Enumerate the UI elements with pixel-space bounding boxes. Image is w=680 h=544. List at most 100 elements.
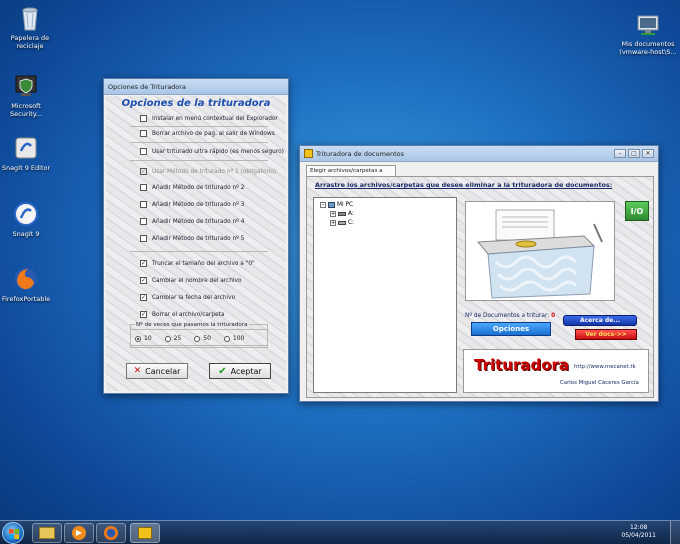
- passes-group: Nº de veces que pasamos la trituradora 1…: [130, 322, 268, 348]
- option-checkbox-row[interactable]: ✓ Borrar el archivo/carpeta: [140, 311, 224, 318]
- tree-label: C:: [348, 220, 355, 226]
- opciones-button[interactable]: Opciones: [471, 322, 551, 336]
- taskbar-media-player-button[interactable]: ▶: [64, 523, 94, 543]
- desktop-icon-label: SnagIt 9 Editor: [1, 164, 51, 172]
- passes-radio-option[interactable]: 100: [223, 335, 245, 342]
- start-button[interactable]: [2, 522, 24, 544]
- radio-label: 10: [144, 335, 152, 342]
- taskbar: ▶ 12:08 05/04/2011: [0, 520, 680, 544]
- taskbar-shredder-button[interactable]: [130, 523, 160, 543]
- maximize-button[interactable]: □: [628, 149, 640, 158]
- expand-icon[interactable]: +: [330, 211, 336, 217]
- network-folder-icon: [634, 10, 662, 38]
- main-panel: Arrastre los archivos/carpetas que desee…: [306, 176, 654, 398]
- minimize-button[interactable]: –: [614, 149, 626, 158]
- radio-button[interactable]: [164, 335, 171, 342]
- option-checkbox-row[interactable]: Usar triturado ultra rápido (es menos se…: [140, 148, 284, 155]
- desktop-icon-snagit-editor[interactable]: SnagIt 9 Editor: [0, 134, 56, 172]
- option-checkbox-row[interactable]: Instalar en menú contextual del Explorad…: [140, 115, 278, 122]
- desktop-icon-microsoft-security[interactable]: Microsoft Security...: [0, 72, 56, 118]
- shredder-app-icon: [138, 527, 152, 539]
- option-checkbox-row[interactable]: Borrar archivo de pag. al salir de Windo…: [140, 130, 275, 137]
- option-checkbox-label: Instalar en menú contextual del Explorad…: [152, 115, 278, 122]
- checkbox-unchecked[interactable]: [140, 148, 147, 155]
- passes-radio-option[interactable]: 10: [135, 335, 152, 342]
- checkbox-checked[interactable]: ✓: [140, 311, 147, 318]
- option-checkbox-label: Borrar archivo de pag. al salir de Windo…: [152, 130, 275, 137]
- option-checkbox-row[interactable]: Añadir Método de triturado nº 2: [140, 184, 244, 191]
- options-window-title: Opciones de Trituradora: [108, 82, 186, 91]
- option-checkbox-row[interactable]: ✓ Cambiar el nombre del archivo: [140, 277, 242, 284]
- checkbox-checked[interactable]: ✓: [140, 294, 147, 301]
- checkbox-checked[interactable]: ✓: [140, 260, 147, 267]
- option-checkbox-label: Truncar el tamaño del archivo a "0": [152, 260, 255, 267]
- security-shield-icon: [12, 72, 40, 100]
- desktop-icon-firefox-portable[interactable]: FirefoxPortable: [0, 265, 56, 303]
- accept-button[interactable]: ✔ Aceptar: [209, 363, 271, 379]
- checkbox-unchecked[interactable]: [140, 184, 147, 191]
- taskbar-explorer-button[interactable]: [32, 523, 62, 543]
- radio-label: 100: [232, 335, 245, 342]
- snagit-editor-icon: [12, 134, 40, 162]
- clock-date[interactable]: 05/04/2011: [621, 532, 656, 540]
- option-checkbox-label: Cambiar la fecha del archivo: [152, 294, 236, 301]
- checkbox-unchecked[interactable]: [140, 130, 147, 137]
- acerca-label: Acerca de...: [579, 317, 621, 324]
- options-window: Opciones de Trituradora Opciones de la t…: [103, 78, 289, 394]
- taskbar-firefox-button[interactable]: [96, 523, 126, 543]
- radio-button[interactable]: [194, 335, 201, 342]
- tree-node-a[interactable]: + A:: [330, 211, 354, 217]
- collapse-icon[interactable]: –: [320, 202, 326, 208]
- expand-icon[interactable]: +: [330, 220, 336, 226]
- close-button[interactable]: ✕: [642, 149, 654, 158]
- file-tree[interactable]: – Mi PC + A: + C:: [313, 197, 457, 393]
- firefox-icon: [104, 526, 118, 540]
- tab-elegir-archivos[interactable]: Elegir archivos/carpetas a triturar: [306, 165, 396, 184]
- radio-button[interactable]: [223, 335, 230, 342]
- option-checkbox-label: Añadir Método de triturado nº 2: [152, 184, 245, 191]
- checkbox-unchecked[interactable]: [140, 201, 147, 208]
- tree-node-mi-pc[interactable]: – Mi PC: [320, 202, 353, 208]
- checkbox-unchecked[interactable]: [140, 218, 147, 225]
- desktop-icon-mis-documentos[interactable]: Mis documentos (vmware-host\S...: [616, 10, 680, 56]
- author-credit: Carlos Miguel Cáceres García: [560, 380, 639, 386]
- floppy-drive-icon: [338, 212, 346, 216]
- firefox-icon: [12, 265, 40, 293]
- tree-node-c[interactable]: + C:: [330, 220, 354, 226]
- checkbox-checked[interactable]: ✓: [140, 277, 147, 284]
- power-button[interactable]: I/O: [625, 201, 649, 221]
- option-checkbox-row[interactable]: Añadir Método de triturado nº 4: [140, 218, 244, 225]
- cancel-button[interactable]: ✕ Cancelar: [126, 363, 188, 379]
- clock-time[interactable]: 12:08: [621, 524, 656, 532]
- options-window-titlebar[interactable]: Opciones de Trituradora: [104, 79, 288, 95]
- desktop-icon-snagit[interactable]: SnagIt 9: [0, 200, 56, 238]
- desktop-icon-label: Microsoft Security...: [10, 102, 42, 118]
- cancel-icon: ✕: [133, 366, 142, 376]
- checkbox-unchecked[interactable]: [140, 235, 147, 242]
- options-panel: Opciones de la trituradora Instalar en m…: [106, 96, 286, 391]
- passes-radio-option[interactable]: 50: [194, 335, 211, 342]
- option-checkbox-label: Cambiar el nombre del archivo: [152, 277, 242, 284]
- ver-docs-button[interactable]: Ver docs->>: [575, 329, 637, 340]
- option-checkbox-row[interactable]: Añadir Método de triturado nº 3: [140, 201, 244, 208]
- desktop-icon-recycle-bin[interactable]: Papelera de reciclaje: [0, 4, 60, 50]
- checkbox-unchecked[interactable]: [140, 115, 147, 122]
- passes-radio-option[interactable]: 25: [164, 335, 181, 342]
- show-desktop-button[interactable]: [670, 521, 680, 544]
- main-window-title: Trituradora de documentos: [316, 149, 404, 158]
- brand-title: Trituradora: [474, 356, 570, 374]
- option-checkbox-row[interactable]: ✓ Cambiar la fecha del archivo: [140, 294, 235, 301]
- option-checkbox-label: Añadir Método de triturado nº 4: [152, 218, 245, 225]
- shredder-drop-image[interactable]: [465, 201, 615, 301]
- cancel-label: Cancelar: [145, 366, 181, 376]
- website-link[interactable]: http://www.mecanet.tk: [574, 364, 636, 370]
- main-window-titlebar[interactable]: Trituradora de documentos – □ ✕: [300, 146, 658, 162]
- doc-count-value: 0: [551, 313, 556, 319]
- radio-button[interactable]: [135, 335, 141, 342]
- acerca-button[interactable]: Acerca de...: [563, 315, 637, 326]
- option-checkbox-row[interactable]: ✓ Truncar el tamaño del archivo a "0": [140, 260, 255, 267]
- passes-radio-row: 10 25 50 100: [135, 335, 244, 342]
- option-checkbox-label: Añadir Método de triturado nº 5: [152, 235, 245, 242]
- option-checkbox-row[interactable]: Añadir Método de triturado nº 5: [140, 235, 244, 242]
- shredder-app-icon: [304, 149, 313, 158]
